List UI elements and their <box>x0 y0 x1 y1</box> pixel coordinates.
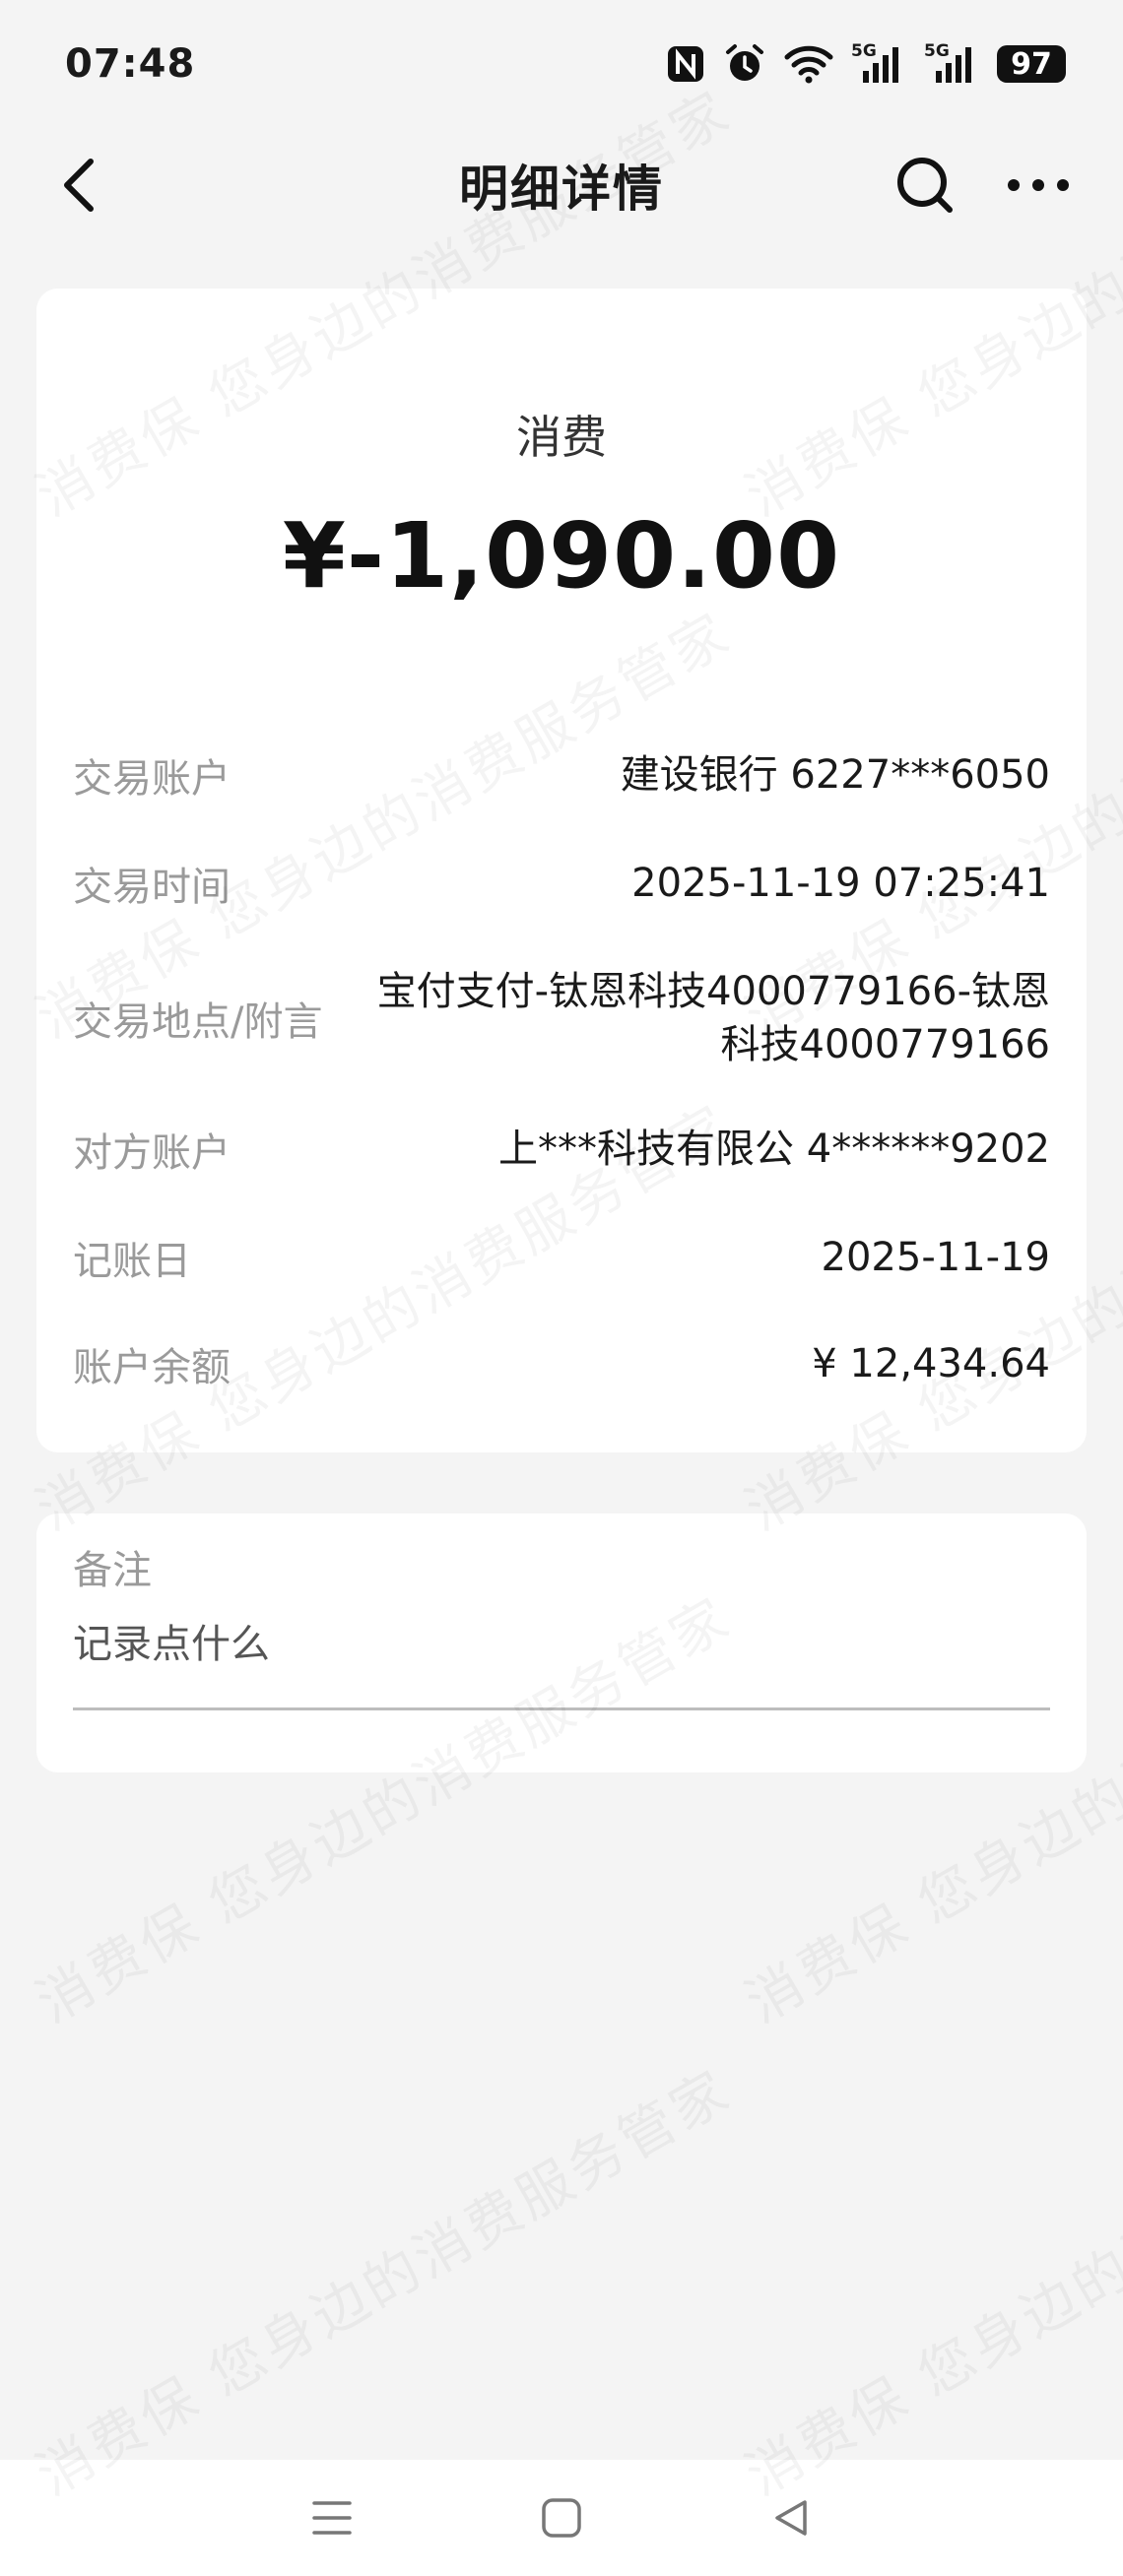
signal-5g-icon: 5G <box>851 41 906 85</box>
detail-row-balance: 账户余额 ¥ 12,434.64 <box>73 1335 1050 1392</box>
detail-label: 交易账户 <box>73 756 231 802</box>
detail-label: 账户余额 <box>73 1345 231 1390</box>
watermark-text: 消费保 您身边的消费服务管家 <box>20 2047 744 2511</box>
header: 明细详情 <box>0 128 1123 241</box>
system-nav-bar <box>0 2460 1123 2576</box>
detail-label: 对方账户 <box>73 1130 231 1176</box>
back-triangle-icon <box>775 2500 808 2536</box>
signal-label: 5G <box>851 41 877 61</box>
nfc-icon <box>666 44 705 84</box>
page-title: 明细详情 <box>459 160 664 218</box>
note-input[interactable] <box>73 1612 1050 1677</box>
signal-5g-icon: 5G <box>924 41 979 85</box>
transaction-amount: ¥-1,090.00 <box>282 503 841 609</box>
detail-row-location: 交易地点/附言 宝付支付-钛恩科技4000779166-钛恩科技40007791… <box>73 965 1050 1071</box>
signal-label: 5G <box>924 41 950 61</box>
more-button[interactable] <box>1001 153 1076 218</box>
detail-value: 建设银行 6227***6050 <box>620 752 1050 798</box>
status-bar: 07:48 5G 5G 97 <box>0 0 1123 128</box>
detail-value: ¥ 12,434.64 <box>812 1341 1050 1386</box>
status-time: 07:48 <box>65 41 196 87</box>
wifi-icon <box>784 44 833 84</box>
detail-row-time: 交易时间 2025-11-19 07:25:41 <box>73 855 1050 912</box>
detail-value: 2025-11-19 07:25:41 <box>631 861 1050 906</box>
back-button[interactable] <box>49 156 108 215</box>
search-icon <box>897 158 953 213</box>
battery-icon: 97 <box>997 45 1066 83</box>
detail-value: 上***科技有限公 4******9202 <box>498 1127 1050 1172</box>
detail-row-posting-date: 记账日 2025-11-19 <box>73 1229 1050 1286</box>
watermark-text: 消费保 您身边的消费服务管家 <box>729 2047 1123 2511</box>
transaction-card: 消费 ¥-1,090.00 交易账户 建设银行 6227***6050 交易时间… <box>36 289 1087 1452</box>
detail-row-account: 交易账户 建设银行 6227***6050 <box>73 746 1050 804</box>
detail-value: 宝付支付-钛恩科技4000779166-钛恩科技4000779166 <box>376 969 1050 1067</box>
search-button[interactable] <box>892 153 958 218</box>
menu-button[interactable] <box>293 2479 371 2557</box>
home-icon <box>542 2498 581 2538</box>
detail-value: 2025-11-19 <box>821 1235 1050 1280</box>
more-horizontal-icon <box>1008 179 1069 191</box>
status-icons: 5G 5G 97 <box>666 41 1066 86</box>
detail-label: 交易地点/附言 <box>73 999 323 1045</box>
detail-row-counterparty: 对方账户 上***科技有限公 4******9202 <box>73 1121 1050 1178</box>
screen: 07:48 5G 5G 97 明细详情 消费 ¥-1,090.00 交易账户 建… <box>0 0 1123 2576</box>
note-card: 备注 <box>36 1513 1087 1772</box>
back-nav-button[interactable] <box>752 2479 830 2557</box>
home-button[interactable] <box>522 2479 601 2557</box>
detail-label: 交易时间 <box>73 865 231 910</box>
chevron-left-icon <box>64 159 94 212</box>
alarm-icon <box>723 42 766 86</box>
menu-icon <box>311 2501 352 2535</box>
detail-label: 记账日 <box>73 1239 191 1284</box>
note-label: 备注 <box>73 1548 152 1593</box>
transaction-type: 消费 <box>516 411 607 464</box>
note-underline <box>73 1707 1050 1710</box>
